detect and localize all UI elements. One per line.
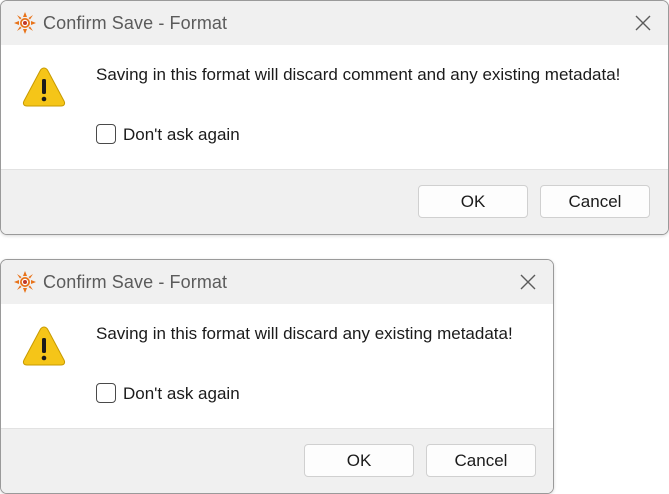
close-icon[interactable] — [632, 12, 654, 34]
dialog-footer: OK Cancel — [1, 428, 553, 493]
warning-icon — [22, 67, 66, 107]
warning-icon — [22, 326, 66, 366]
title-bar[interactable]: Confirm Save - Format — [1, 260, 553, 304]
confirm-save-dialog: Confirm Save - Format Saving in this for… — [0, 0, 669, 235]
ok-button[interactable]: OK — [304, 444, 414, 477]
close-icon[interactable] — [517, 271, 539, 293]
dont-ask-again-checkbox[interactable] — [96, 383, 116, 403]
ok-button[interactable]: OK — [418, 185, 528, 218]
dialog-title: Confirm Save - Format — [43, 272, 228, 292]
dialog-message: Saving in this format will discard comme… — [96, 65, 621, 84]
app-icon — [14, 271, 36, 293]
dialog-message: Saving in this format will discard any e… — [96, 324, 513, 343]
app-icon — [14, 12, 36, 34]
cancel-button[interactable]: Cancel — [426, 444, 536, 477]
dialog-footer: OK Cancel — [1, 169, 668, 234]
dialog-title: Confirm Save - Format — [43, 13, 228, 33]
title-bar[interactable]: Confirm Save - Format — [1, 1, 668, 45]
cancel-button[interactable]: Cancel — [540, 185, 650, 218]
dont-ask-again-label[interactable]: Don't ask again — [123, 384, 240, 404]
confirm-save-dialog: Confirm Save - Format Saving in this for… — [0, 259, 554, 494]
dont-ask-again-checkbox[interactable] — [96, 124, 116, 144]
dont-ask-again-label[interactable]: Don't ask again — [123, 125, 240, 145]
